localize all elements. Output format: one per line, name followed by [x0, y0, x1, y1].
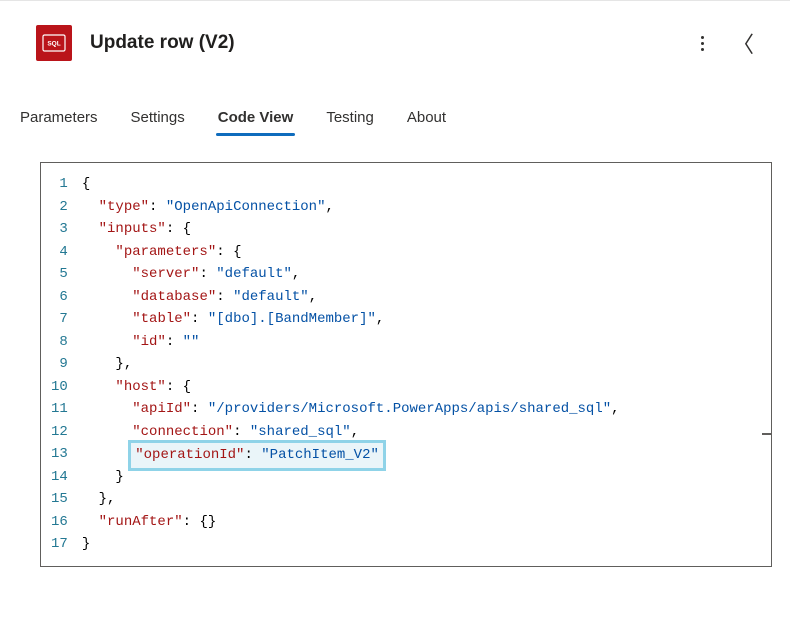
code-line: "table": "[dbo].[BandMember]",	[82, 308, 771, 331]
line-number: 17	[51, 533, 68, 556]
line-number: 3	[51, 218, 68, 241]
code-line: "apiId": "/providers/Microsoft.PowerApps…	[82, 398, 771, 421]
line-number: 16	[51, 511, 68, 534]
code-line: "runAfter": {}	[82, 511, 771, 534]
code-line: },	[82, 353, 771, 376]
header-actions: 〈	[697, 23, 760, 63]
line-number: 6	[51, 286, 68, 309]
line-number: 5	[51, 263, 68, 286]
line-number: 14	[51, 466, 68, 489]
code-line: "type": "OpenApiConnection",	[82, 196, 771, 219]
line-number: 1	[51, 173, 68, 196]
line-number: 8	[51, 331, 68, 354]
code-line: "operationId": "PatchItem_V2"	[82, 443, 771, 466]
page-title: Update row (V2)	[90, 32, 697, 54]
tab-settings[interactable]: Settings	[129, 103, 187, 134]
tab-testing[interactable]: Testing	[324, 103, 376, 134]
tab-about[interactable]: About	[405, 103, 448, 134]
line-number: 7	[51, 308, 68, 331]
line-number-gutter: 1 2 3 4 5 6 7 8 9 10 11 12 13 14 15 16 1…	[41, 173, 82, 556]
svg-text:SQL: SQL	[47, 41, 60, 48]
line-number: 11	[51, 398, 68, 421]
highlighted-code: "operationId": "PatchItem_V2"	[128, 440, 386, 471]
code-line: },	[82, 488, 771, 511]
code-line: "parameters": {	[82, 241, 771, 264]
line-number: 15	[51, 488, 68, 511]
code-line: "host": {	[82, 376, 771, 399]
more-options-button[interactable]	[697, 32, 708, 55]
tab-bar: Parameters Settings Code View Testing Ab…	[0, 73, 790, 134]
code-editor[interactable]: 1 2 3 4 5 6 7 8 9 10 11 12 13 14 15 16 1…	[41, 173, 771, 556]
collapse-button[interactable]: 〈	[726, 23, 760, 63]
panel-header: SQL Update row (V2) 〈	[0, 1, 790, 73]
code-line: "id": ""	[82, 331, 771, 354]
tab-parameters[interactable]: Parameters	[18, 103, 100, 134]
code-content[interactable]: { "type": "OpenApiConnection", "inputs":…	[82, 173, 771, 556]
line-number: 9	[51, 353, 68, 376]
code-editor-container: 1 2 3 4 5 6 7 8 9 10 11 12 13 14 15 16 1…	[40, 162, 772, 567]
line-number: 2	[51, 196, 68, 219]
sql-connector-icon: SQL	[36, 25, 72, 61]
code-line: "server": "default",	[82, 263, 771, 286]
code-line: }	[82, 533, 771, 556]
line-number: 12	[51, 421, 68, 444]
tab-code-view[interactable]: Code View	[216, 103, 296, 134]
code-line: {	[82, 173, 771, 196]
code-line: "inputs": {	[82, 218, 771, 241]
code-line: "database": "default",	[82, 286, 771, 309]
line-number: 10	[51, 376, 68, 399]
line-number: 4	[51, 241, 68, 264]
line-number: 13	[51, 443, 68, 466]
